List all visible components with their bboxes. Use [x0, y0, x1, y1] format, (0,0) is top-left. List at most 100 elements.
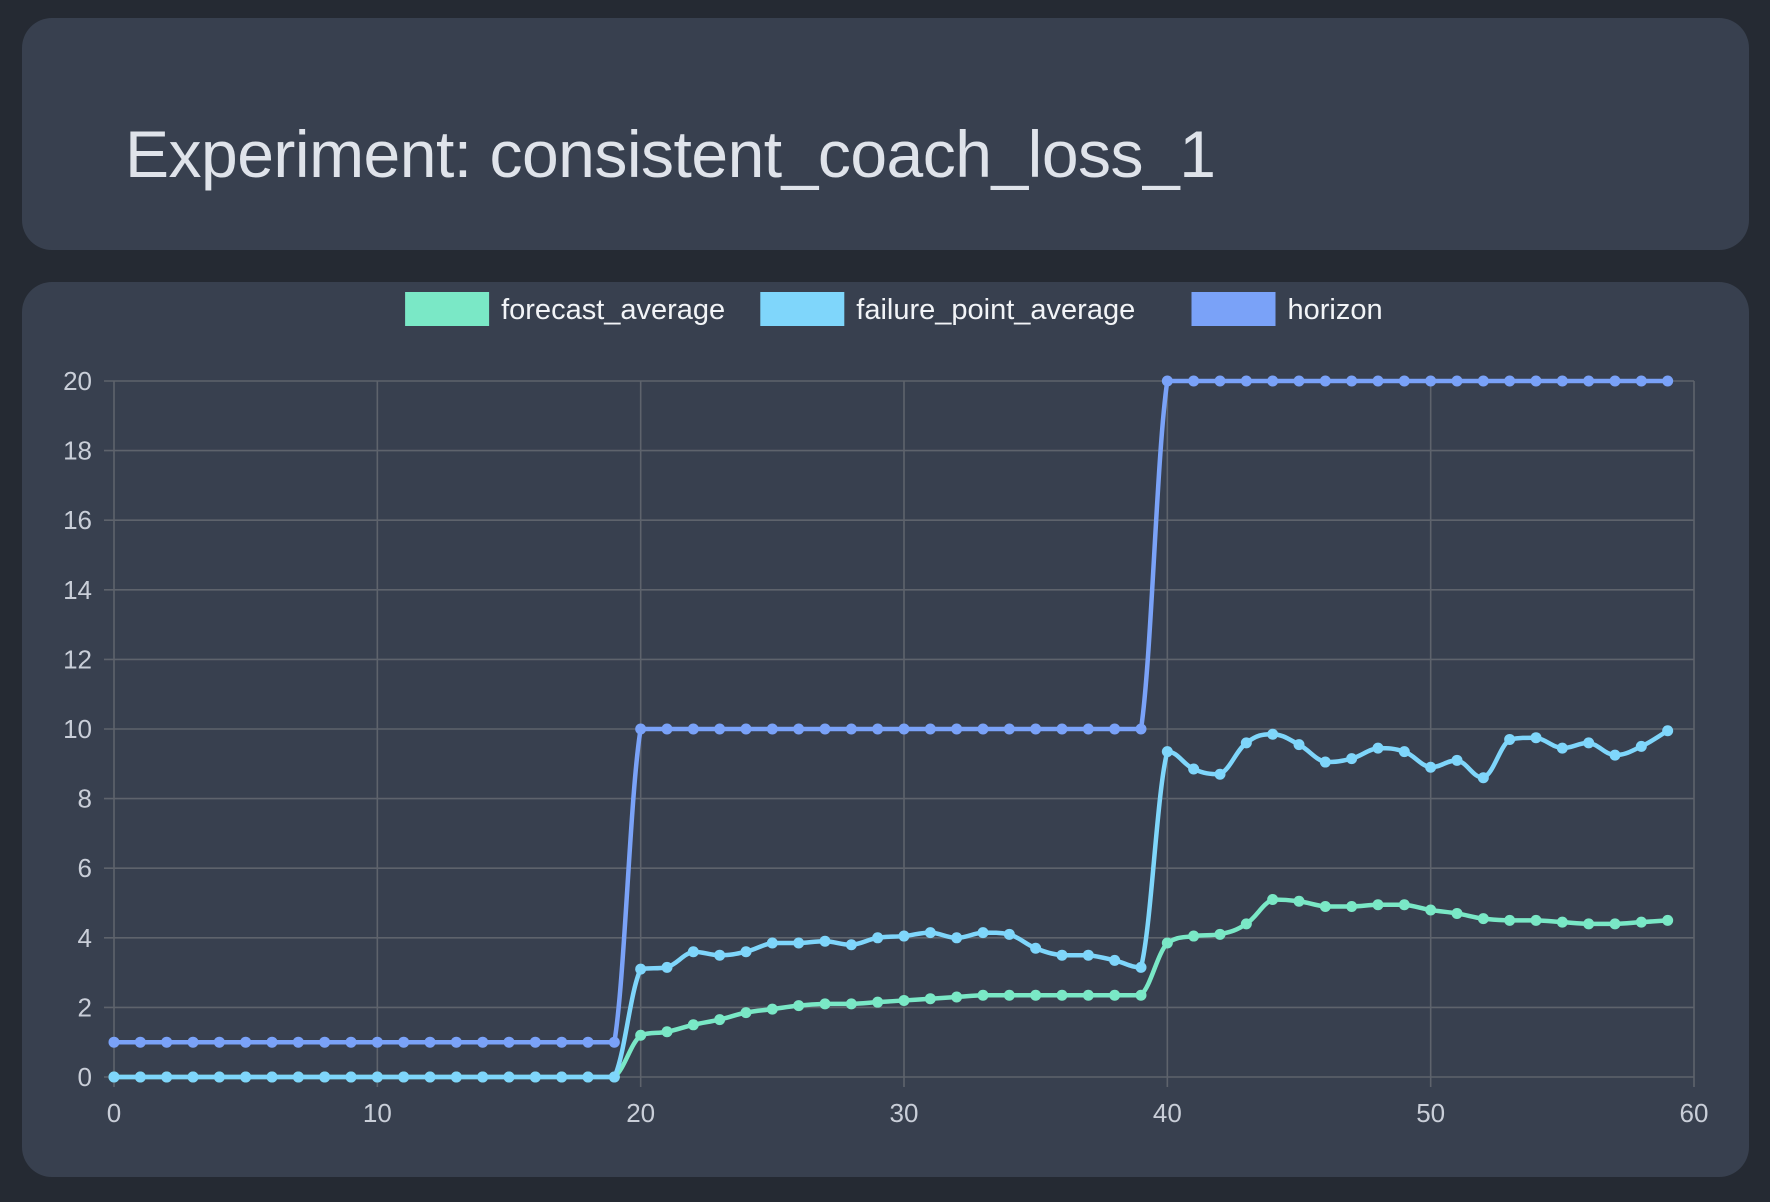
data-point[interactable]	[319, 1036, 331, 1048]
data-point[interactable]	[477, 1071, 489, 1083]
data-point[interactable]	[424, 1036, 436, 1048]
data-point[interactable]	[661, 723, 673, 735]
data-point[interactable]	[371, 1071, 383, 1083]
data-point[interactable]	[608, 1071, 620, 1083]
data-point[interactable]	[266, 1071, 278, 1083]
data-point[interactable]	[1240, 737, 1252, 749]
data-point[interactable]	[292, 1071, 304, 1083]
data-point[interactable]	[1530, 732, 1542, 744]
data-point[interactable]	[1056, 723, 1068, 735]
data-point[interactable]	[1635, 916, 1647, 928]
data-point[interactable]	[529, 1036, 541, 1048]
data-point[interactable]	[1240, 375, 1252, 387]
data-point[interactable]	[1504, 914, 1516, 926]
data-point[interactable]	[872, 996, 884, 1008]
data-point[interactable]	[1346, 375, 1358, 387]
data-point[interactable]	[608, 1036, 620, 1048]
data-point[interactable]	[1161, 746, 1173, 758]
data-point[interactable]	[714, 1014, 726, 1026]
data-point[interactable]	[1293, 739, 1305, 751]
data-point[interactable]	[1030, 989, 1042, 1001]
data-point[interactable]	[503, 1036, 515, 1048]
data-point[interactable]	[898, 994, 910, 1006]
data-point[interactable]	[1556, 742, 1568, 754]
data-point[interactable]	[977, 723, 989, 735]
data-point[interactable]	[477, 1036, 489, 1048]
data-point[interactable]	[134, 1071, 146, 1083]
data-point[interactable]	[714, 723, 726, 735]
data-point[interactable]	[1662, 914, 1674, 926]
data-point[interactable]	[319, 1071, 331, 1083]
legend[interactable]: forecast_average failure_point_average hor…	[405, 292, 1383, 326]
data-point[interactable]	[1398, 746, 1410, 758]
data-point[interactable]	[845, 998, 857, 1010]
data-point[interactable]	[1109, 723, 1121, 735]
data-point[interactable]	[1030, 942, 1042, 954]
data-point[interactable]	[450, 1036, 462, 1048]
data-point[interactable]	[161, 1071, 173, 1083]
data-point[interactable]	[1056, 949, 1068, 961]
data-point[interactable]	[740, 723, 752, 735]
data-point[interactable]	[371, 1036, 383, 1048]
data-point[interactable]	[108, 1071, 120, 1083]
data-point[interactable]	[1319, 900, 1331, 912]
data-point[interactable]	[1056, 989, 1068, 1001]
legend-item-failure_point_average[interactable]: failure_point_average	[760, 292, 1135, 326]
data-point[interactable]	[556, 1036, 568, 1048]
data-point[interactable]	[1609, 918, 1621, 930]
data-point[interactable]	[951, 932, 963, 944]
data-point[interactable]	[1583, 737, 1595, 749]
data-point[interactable]	[819, 935, 831, 947]
data-point[interactable]	[1451, 907, 1463, 919]
data-point[interactable]	[793, 1000, 805, 1012]
data-point[interactable]	[1109, 989, 1121, 1001]
data-point[interactable]	[1003, 989, 1015, 1001]
data-point[interactable]	[635, 1029, 647, 1041]
data-point[interactable]	[1293, 375, 1305, 387]
data-point[interactable]	[1662, 375, 1674, 387]
data-point[interactable]	[529, 1071, 541, 1083]
data-point[interactable]	[1267, 894, 1279, 906]
data-point[interactable]	[977, 927, 989, 939]
data-point[interactable]	[1609, 749, 1621, 761]
data-point[interactable]	[1530, 914, 1542, 926]
data-point[interactable]	[793, 937, 805, 949]
data-point[interactable]	[635, 963, 647, 975]
data-point[interactable]	[187, 1071, 199, 1083]
data-point[interactable]	[398, 1071, 410, 1083]
data-point[interactable]	[845, 723, 857, 735]
data-point[interactable]	[687, 946, 699, 958]
data-point[interactable]	[1530, 375, 1542, 387]
data-point[interactable]	[898, 723, 910, 735]
data-point[interactable]	[977, 989, 989, 1001]
data-point[interactable]	[1003, 928, 1015, 940]
data-point[interactable]	[635, 723, 647, 735]
data-point[interactable]	[1214, 375, 1226, 387]
data-point[interactable]	[1082, 723, 1094, 735]
data-point[interactable]	[582, 1071, 594, 1083]
data-point[interactable]	[1398, 375, 1410, 387]
data-point[interactable]	[872, 932, 884, 944]
data-point[interactable]	[1214, 768, 1226, 780]
data-point[interactable]	[714, 949, 726, 961]
data-point[interactable]	[1161, 375, 1173, 387]
data-point[interactable]	[1477, 375, 1489, 387]
data-point[interactable]	[240, 1071, 252, 1083]
data-point[interactable]	[503, 1071, 515, 1083]
data-point[interactable]	[766, 937, 778, 949]
data-point[interactable]	[292, 1036, 304, 1048]
data-point[interactable]	[1662, 725, 1674, 737]
data-point[interactable]	[1319, 756, 1331, 768]
data-point[interactable]	[1504, 375, 1516, 387]
data-point[interactable]	[1477, 913, 1489, 925]
data-point[interactable]	[161, 1036, 173, 1048]
data-point[interactable]	[450, 1071, 462, 1083]
data-point[interactable]	[924, 723, 936, 735]
data-point[interactable]	[1398, 899, 1410, 911]
data-point[interactable]	[924, 927, 936, 939]
data-point[interactable]	[108, 1036, 120, 1048]
data-point[interactable]	[1609, 375, 1621, 387]
data-point[interactable]	[398, 1036, 410, 1048]
data-point[interactable]	[1109, 954, 1121, 966]
data-point[interactable]	[1161, 937, 1173, 949]
